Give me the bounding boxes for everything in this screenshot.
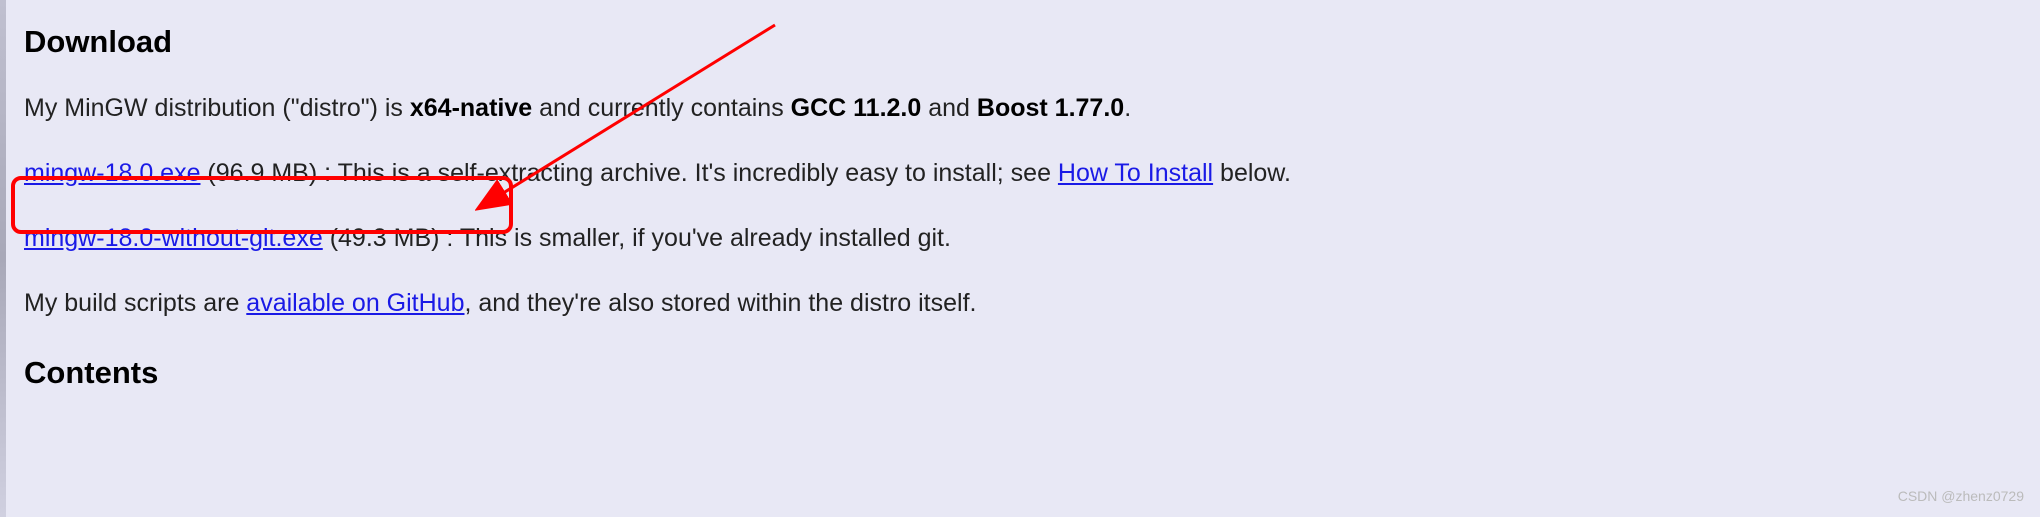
- mingw-nogit-desc-text: This is smaller, if you've already insta…: [460, 224, 951, 252]
- how-to-install-link[interactable]: How To Install: [1058, 159, 1213, 187]
- download-heading: Download: [24, 20, 2016, 63]
- github-link[interactable]: available on GitHub: [246, 289, 464, 317]
- mingw-download-link[interactable]: mingw-18.0.exe: [24, 159, 200, 187]
- mingw-size-text: (96.9 MB) :: [200, 159, 337, 187]
- download-nogit-paragraph: mingw-18.0-without-git.exe (49.3 MB) : T…: [24, 221, 2016, 256]
- build-scripts-prefix: My build scripts are: [24, 289, 246, 317]
- intro-boost-bold: Boost 1.77.0: [977, 94, 1124, 122]
- mingw-after-text: below.: [1213, 159, 1291, 187]
- contents-heading: Contents: [24, 351, 2016, 394]
- intro-text-mid1: and currently contains: [532, 94, 790, 122]
- intro-paragraph: My MinGW distribution ("distro") is x64-…: [24, 91, 2016, 126]
- build-scripts-paragraph: My build scripts are available on GitHub…: [24, 286, 2016, 321]
- intro-text-prefix: My MinGW distribution ("distro") is: [24, 94, 410, 122]
- intro-native-bold: x64-native: [410, 94, 532, 122]
- download-main-paragraph: mingw-18.0.exe (96.9 MB) : This is a sel…: [24, 156, 2016, 191]
- mingw-desc-text: This is a self-extracting archive. It's …: [338, 159, 1058, 187]
- intro-text-suffix: .: [1124, 94, 1131, 122]
- build-scripts-suffix: , and they're also stored within the dis…: [465, 289, 977, 317]
- mingw-nogit-download-link[interactable]: mingw-18.0-without-git.exe: [24, 224, 323, 252]
- watermark-text: CSDN @zhenz0729: [1898, 487, 2024, 507]
- intro-text-mid2: and: [921, 94, 977, 122]
- left-edge-decoration: [0, 0, 6, 517]
- intro-gcc-bold: GCC 11.2.0: [791, 94, 922, 122]
- mingw-nogit-size-text: (49.3 MB) :: [323, 224, 460, 252]
